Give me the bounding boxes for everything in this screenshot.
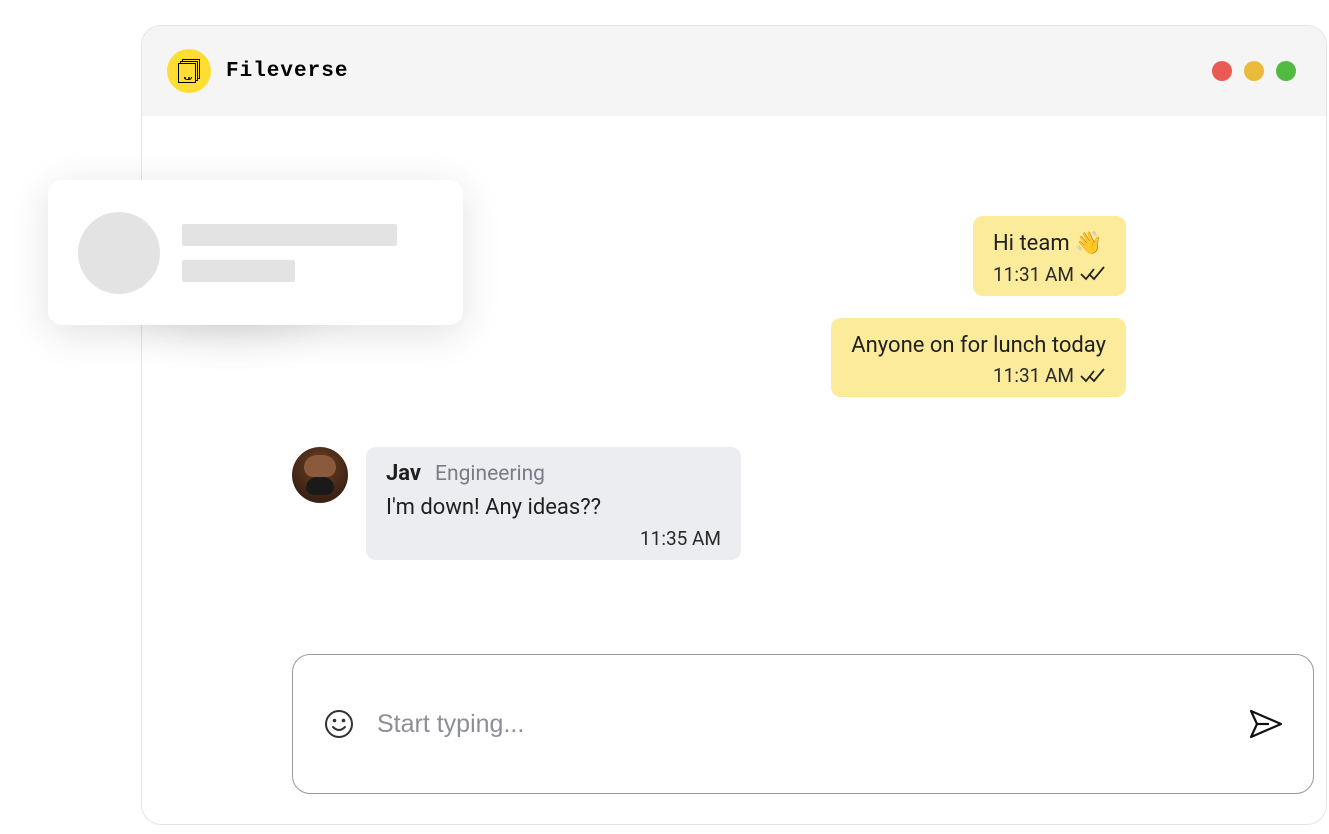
read-receipt-icon — [1080, 266, 1106, 282]
avatar-placeholder — [78, 212, 160, 294]
sender-department: Engineering — [435, 462, 545, 486]
emoji-picker-button[interactable] — [323, 708, 355, 740]
message-composer — [292, 654, 1314, 794]
app-name: Fileverse — [226, 60, 348, 83]
window-controls — [1212, 61, 1296, 81]
brand: Fileverse — [167, 49, 348, 93]
message-meta: 11:31 AM — [993, 263, 1106, 286]
send-button[interactable] — [1249, 709, 1283, 739]
contact-card[interactable] — [48, 180, 463, 325]
sender-avatar[interactable] — [292, 447, 348, 503]
message-row: Jav Engineering I'm down! Any ideas?? 11… — [202, 447, 1266, 560]
message-text: Anyone on for lunch today — [851, 332, 1106, 361]
close-window-button[interactable] — [1212, 61, 1232, 81]
smiley-icon — [323, 708, 355, 740]
message-bubble-sent: Hi team 👋 11:31 AM — [973, 216, 1126, 296]
sender-name: Jav — [386, 461, 421, 486]
app-window: Fileverse Hi team 👋 11:31 AM — [141, 25, 1327, 825]
placeholder-line — [182, 260, 295, 282]
message-header: Jav Engineering — [386, 461, 721, 486]
message-bubble-sent: Anyone on for lunch today 11:31 AM — [831, 318, 1126, 398]
placeholder-line — [182, 224, 397, 246]
message-time: 11:31 AM — [993, 263, 1074, 286]
maximize-window-button[interactable] — [1276, 61, 1296, 81]
message-meta: 11:35 AM — [386, 527, 721, 550]
message-text: I'm down! Any ideas?? — [386, 494, 721, 523]
message-text: Hi team 👋 — [993, 230, 1106, 259]
card-text-placeholder — [182, 224, 397, 282]
message-input[interactable] — [355, 710, 1249, 739]
read-receipt-icon — [1080, 368, 1106, 384]
message-time: 11:31 AM — [993, 364, 1074, 387]
minimize-window-button[interactable] — [1244, 61, 1264, 81]
app-logo-icon — [167, 49, 211, 93]
message-meta: 11:31 AM — [851, 364, 1106, 387]
message-bubble-received: Jav Engineering I'm down! Any ideas?? 11… — [366, 447, 741, 560]
message-time: 11:35 AM — [640, 527, 721, 550]
send-icon — [1249, 709, 1283, 739]
titlebar: Fileverse — [142, 26, 1326, 116]
